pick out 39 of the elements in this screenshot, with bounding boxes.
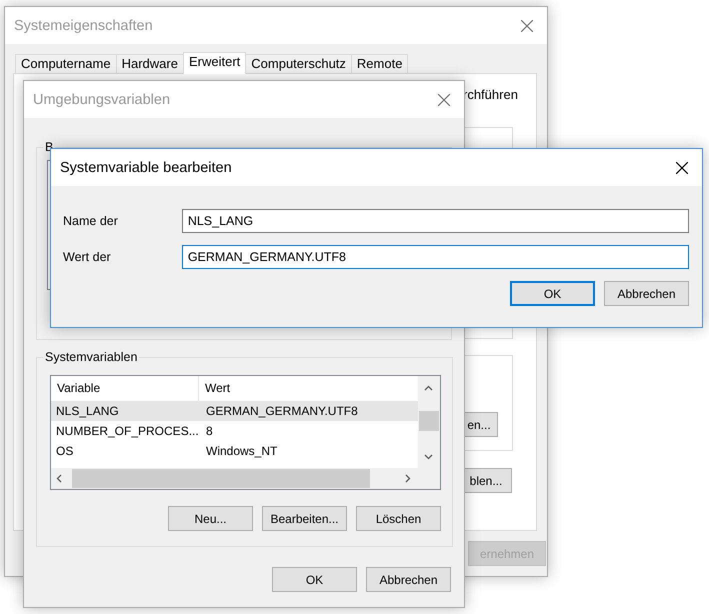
tab[interactable]: Computerschutz [245, 54, 352, 73]
new-button[interactable]: Neu... [168, 506, 253, 531]
tab[interactable]: Erweitert [182, 52, 246, 74]
variable-cell-text: NUMBER_OF_PROCES... [55, 423, 199, 440]
ok-button[interactable]: OK [510, 281, 595, 306]
list-row[interactable]: NLS_LANG GERMAN_GERMANY.UTF8 [51, 401, 418, 421]
delete-button[interactable]: Löschen [356, 506, 441, 531]
group-title: Systemvariablen [44, 350, 138, 365]
value-cell-text: GERMAN_GERMANY.UTF8 [205, 403, 358, 420]
vertical-scrollbar[interactable] [418, 376, 440, 468]
ok-button[interactable]: OK [272, 567, 357, 592]
close-icon[interactable] [676, 162, 688, 174]
horizontal-scrollbar[interactable] [51, 468, 418, 489]
list-row[interactable]: NUMBER_OF_PROCES... 8 [51, 421, 418, 441]
variable-cell-text: NLS_LANG [55, 403, 120, 420]
panel-text: rchführen [463, 87, 518, 102]
tab[interactable]: Computername [15, 54, 117, 73]
cancel-button[interactable]: Abbrechen [366, 567, 451, 592]
value-cell-text: 8 [205, 423, 213, 440]
scroll-left-icon[interactable] [55, 474, 64, 483]
text-field[interactable]: GERMAN_GERMANY.UTF8 [182, 245, 689, 269]
text-field[interactable]: NLS_LANG [182, 209, 689, 233]
field-label: Name der [63, 214, 119, 228]
window-title: Systemeigenschaften [14, 18, 154, 34]
cancel-button[interactable]: Abbrechen [604, 281, 689, 306]
field-label: Wert der [63, 250, 112, 264]
list-row[interactable]: OS Windows_NT [51, 441, 418, 461]
tab[interactable]: Remote [350, 54, 408, 73]
window-title: Umgebungsvariablen [33, 92, 172, 108]
scroll-thumb[interactable] [419, 411, 439, 431]
scroll-thumb[interactable] [72, 469, 370, 488]
column-header[interactable]: Wert [199, 376, 230, 401]
scroll-down-icon[interactable] [424, 452, 433, 461]
variable-cell-text: OS [55, 443, 74, 460]
window-title: Systemvariable bearbeiten [60, 160, 233, 176]
edit-button[interactable]: Bearbeiten... [262, 506, 347, 531]
scroll-up-icon[interactable] [424, 384, 433, 393]
value-cell-text: Windows_NT [205, 443, 278, 460]
scroll-right-icon[interactable] [403, 474, 412, 483]
